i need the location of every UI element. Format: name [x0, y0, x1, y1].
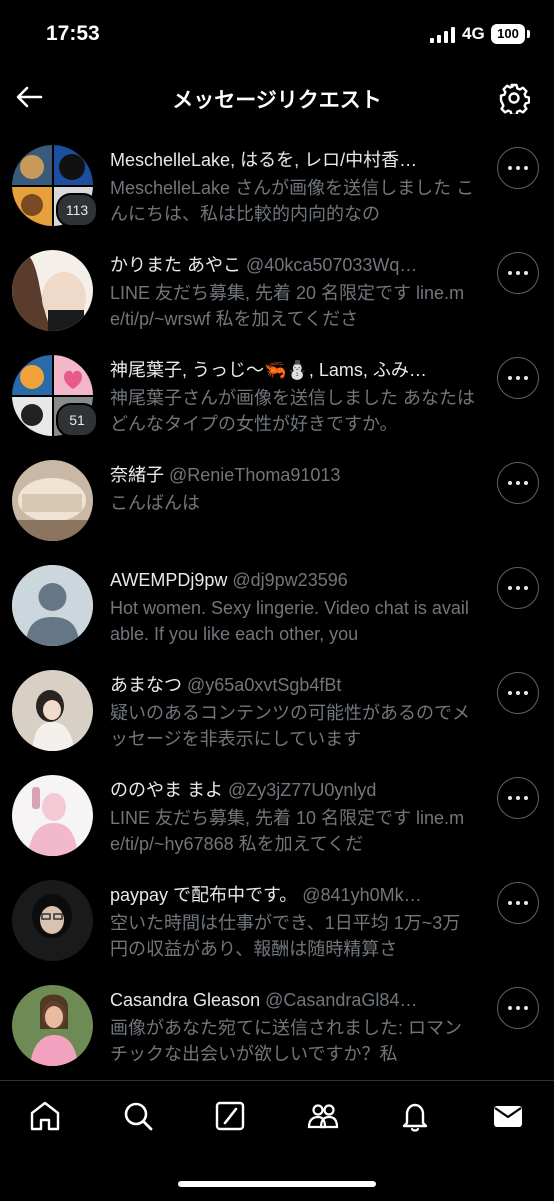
avatar: [12, 460, 93, 541]
sender-name: 神尾葉子, うっじ〜🦐⛄, Lams, ふみ…: [110, 360, 427, 380]
sender-name: ののやま まよ: [110, 780, 224, 800]
home-icon[interactable]: [28, 1099, 62, 1133]
list-item-text: Casandra Gleason @CasandraGl84… 画像があなた宛て…: [110, 987, 475, 1067]
avatar: [12, 985, 93, 1066]
avatar: [12, 670, 93, 751]
list-item-text: 神尾葉子, うっじ〜🦐⛄, Lams, ふみ… 神尾葉子さんが画像を送信しました…: [110, 357, 475, 437]
more-options-button[interactable]: [497, 147, 539, 189]
sender-line: 神尾葉子, うっじ〜🦐⛄, Lams, ふみ…: [110, 357, 475, 383]
message-preview: 疑いのあるコンテンツの可能性があるのでメッセージを非表示にしています: [110, 703, 470, 749]
gear-icon[interactable]: [498, 82, 530, 114]
sender-handle: @y65a0xvtSgb4fBt: [187, 675, 342, 695]
avatar: [12, 775, 93, 856]
message-preview: 神尾葉子さんが画像を送信しました あなたはどんなタイプの女性が好きですか。: [110, 388, 475, 434]
more-options-button[interactable]: [497, 777, 539, 819]
status-time: 17:53: [46, 22, 100, 45]
sender-line: ののやま まよ @Zy3jZ77U0ynlyd: [110, 777, 475, 803]
sender-name: paypay で配布中です。: [110, 885, 298, 905]
message-preview: LINE 友だち募集, 先着 10 名限定です line.me/ti/p/~hy…: [110, 808, 465, 854]
avatar: [12, 565, 93, 646]
list-item[interactable]: 奈緒子 @RenieThoma91013 こんばんは: [0, 450, 554, 555]
more-options-button[interactable]: [497, 672, 539, 714]
more-options-button[interactable]: [497, 357, 539, 399]
sender-handle: @dj9pw23596: [232, 570, 348, 590]
sender-line: 奈緒子 @RenieThoma91013: [110, 462, 475, 488]
grok-icon[interactable]: [213, 1099, 247, 1133]
sender-name: 奈緒子: [110, 465, 164, 485]
list-item[interactable]: かりまた あやこ @40kca507033Wq… LINE 友だち募集, 先着 …: [0, 240, 554, 345]
signal-icon: [430, 27, 455, 43]
message-preview: 空いた時間は仕事ができ、1日平均 1万~3万円の収益があり、報酬は随時精算さ: [110, 913, 461, 959]
messages-icon[interactable]: [491, 1099, 525, 1133]
sender-name: AWEMPDj9pw: [110, 570, 228, 590]
list-item[interactable]: あまなつ @y65a0xvtSgb4fBt 疑いのあるコンテンツの可能性があるの…: [0, 660, 554, 765]
sender-line: MeschelleLake, はるを, レロ/中村香…: [110, 147, 475, 173]
sender-handle: @CasandraGl84…: [265, 990, 418, 1010]
more-options-button[interactable]: [497, 462, 539, 504]
list-item-text: あまなつ @y65a0xvtSgb4fBt 疑いのあるコンテンツの可能性があるの…: [110, 672, 475, 752]
message-preview: LINE 友だち募集, 先着 20 名限定です line.me/ti/p/~wr…: [110, 283, 465, 329]
sender-line: あまなつ @y65a0xvtSgb4fBt: [110, 672, 475, 698]
sender-handle: @40kca507033Wq…: [246, 255, 418, 275]
sender-name: あまなつ: [110, 675, 182, 695]
battery-tip: [527, 30, 530, 38]
sender-name: Casandra Gleason: [110, 990, 261, 1010]
sender-line: paypay で配布中です。 @841yh0Mk…: [110, 882, 475, 908]
page-title: メッセージリクエスト: [172, 89, 382, 112]
more-options-button[interactable]: [497, 252, 539, 294]
list-item[interactable]: ののやま まよ @Zy3jZ77U0ynlyd LINE 友だち募集, 先着 1…: [0, 765, 554, 870]
more-options-button[interactable]: [497, 882, 539, 924]
avatar: [12, 880, 93, 961]
list-item-text: MeschelleLake, はるを, レロ/中村香… MeschelleLak…: [110, 147, 475, 227]
more-options-button[interactable]: [497, 987, 539, 1029]
sender-line: AWEMPDj9pw @dj9pw23596: [110, 567, 475, 593]
bottom-navigation: [0, 1080, 554, 1201]
network-type: 4G: [462, 24, 485, 43]
header: メッセージリクエスト: [0, 70, 554, 130]
list-item[interactable]: 113 MeschelleLake, はるを, レロ/中村香… Meschell…: [0, 135, 554, 240]
sender-name: MeschelleLake, はるを, レロ/中村香…: [110, 150, 418, 170]
participant-count-badge: 51: [56, 403, 98, 437]
list-item[interactable]: AWEMPDj9pw @dj9pw23596 Hot women. Sexy l…: [0, 555, 554, 660]
participant-count-badge: 113: [56, 193, 98, 227]
list-item-text: ののやま まよ @Zy3jZ77U0ynlyd LINE 友だち募集, 先着 1…: [110, 777, 475, 857]
home-indicator: [178, 1181, 376, 1187]
status-bar: 17:53 4G 100: [0, 0, 554, 70]
message-preview: こんばんは: [110, 493, 200, 513]
sender-handle: @RenieThoma91013: [169, 465, 341, 485]
message-request-list: 113 MeschelleLake, はるを, レロ/中村香… Meschell…: [0, 135, 554, 1080]
list-item-text: 奈緒子 @RenieThoma91013 こんばんは: [110, 462, 475, 516]
battery-icon: 100: [491, 24, 525, 44]
list-item[interactable]: 51 神尾葉子, うっじ〜🦐⛄, Lams, ふみ… 神尾葉子さんが画像を送信し…: [0, 345, 554, 450]
sender-name: かりまた あやこ: [110, 255, 242, 275]
message-preview: Hot women. Sexy lingerie. Video chat is …: [110, 598, 469, 644]
communities-icon[interactable]: [306, 1099, 340, 1133]
list-item-text: paypay で配布中です。 @841yh0Mk… 空いた時間は仕事ができ、1日…: [110, 882, 475, 962]
list-item[interactable]: paypay で配布中です。 @841yh0Mk… 空いた時間は仕事ができ、1日…: [0, 870, 554, 975]
list-item[interactable]: Casandra Gleason @CasandraGl84… 画像があなた宛て…: [0, 975, 554, 1080]
search-icon[interactable]: [121, 1099, 155, 1133]
more-options-button[interactable]: [497, 567, 539, 609]
avatar: [12, 250, 93, 331]
sender-handle: @Zy3jZ77U0ynlyd: [228, 780, 377, 800]
message-preview: MeschelleLake さんが画像を送信しました こんにちは、私は比較的内向…: [110, 178, 475, 224]
sender-line: Casandra Gleason @CasandraGl84…: [110, 987, 475, 1013]
sender-line: かりまた あやこ @40kca507033Wq…: [110, 252, 475, 278]
sender-handle: @841yh0Mk…: [302, 885, 422, 905]
notifications-icon[interactable]: [398, 1099, 432, 1133]
list-item-text: かりまた あやこ @40kca507033Wq… LINE 友だち募集, 先着 …: [110, 252, 475, 332]
message-preview: 画像があなた宛てに送信されました: ロマンチックな出会いが欲しいですか？私: [110, 1018, 462, 1064]
list-item-text: AWEMPDj9pw @dj9pw23596 Hot women. Sexy l…: [110, 567, 475, 647]
